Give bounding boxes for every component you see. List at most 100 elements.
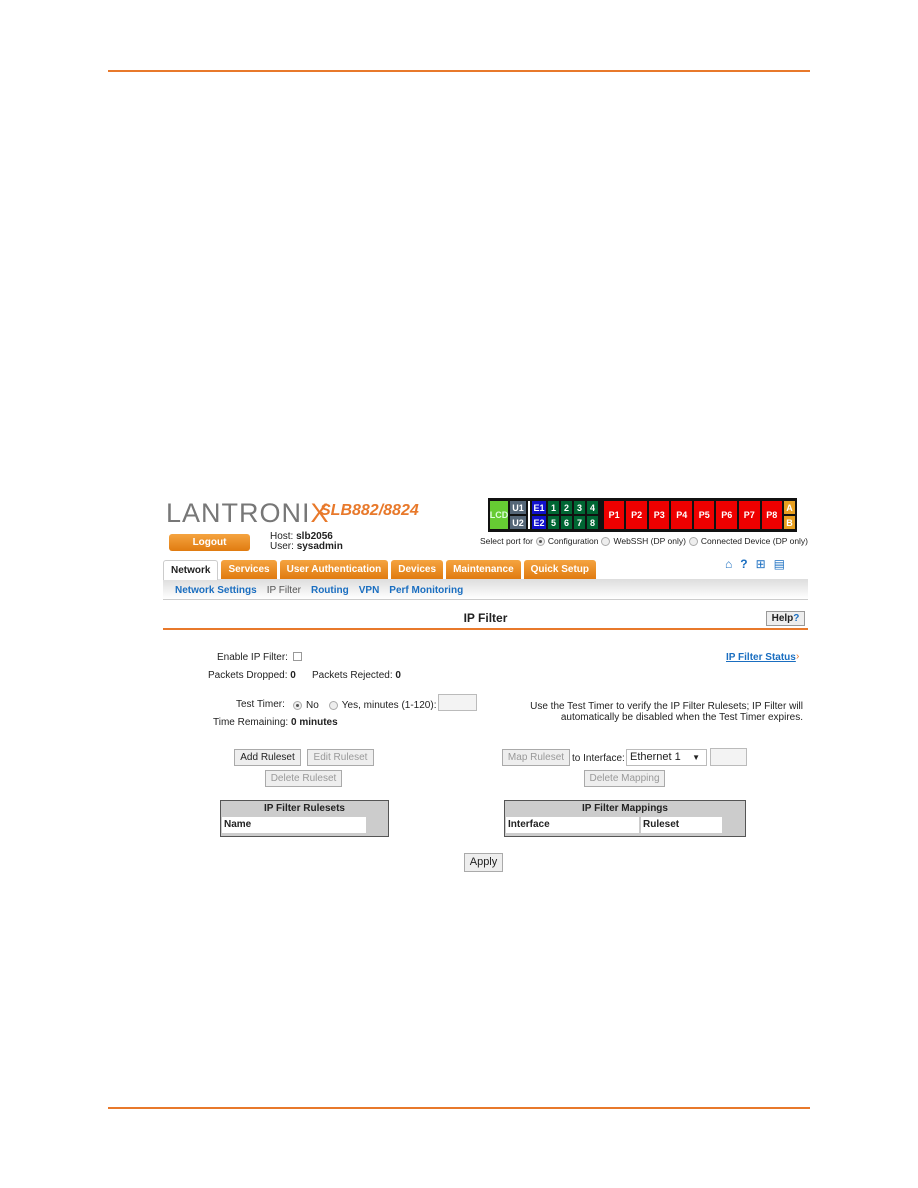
rulesets-table: IP Filter Rulesets Name	[220, 800, 389, 837]
help-icon[interactable]: ?	[740, 557, 747, 571]
logout-button[interactable]: Logout	[169, 534, 250, 551]
ip-filter-status-link[interactable]: IP Filter Status	[726, 652, 796, 663]
apply-button[interactable]: Apply	[464, 853, 503, 872]
mappings-col-ruleset: Ruleset	[641, 817, 722, 833]
note-line-2: automatically be disabled when the Test …	[560, 712, 803, 723]
port-p3[interactable]: P3	[648, 501, 670, 529]
timer-options: No Yes, minutes (1-120):	[293, 700, 436, 711]
port-6[interactable]: 6	[560, 516, 572, 529]
user-value: sysadmin	[296, 541, 343, 552]
subnav-network-settings[interactable]: Network Settings	[175, 585, 257, 596]
port-u1[interactable]: U1	[510, 501, 526, 514]
port-3[interactable]: 3	[573, 501, 585, 514]
packets-rejected: Packets Rejected: 0	[312, 670, 401, 681]
port-p7[interactable]: P7	[739, 501, 760, 529]
chevron-down-icon: ▼	[692, 753, 700, 762]
port-select-options: Select port for Configuration WebSSH (DP…	[480, 536, 808, 546]
home-icon[interactable]: ⌂	[725, 557, 732, 571]
port-u2[interactable]: U2	[510, 516, 526, 529]
port-7[interactable]: 7	[573, 516, 585, 529]
port-5[interactable]: 5	[547, 516, 559, 529]
subnav: Network Settings IP Filter Routing VPN P…	[175, 585, 463, 596]
port-p5[interactable]: P5	[693, 501, 715, 529]
rulesets-title: IP Filter Rulesets	[264, 803, 345, 814]
rejected-value: 0	[395, 670, 401, 681]
add-ruleset-button[interactable]: Add Ruleset	[234, 749, 301, 766]
port-8[interactable]: 8	[586, 516, 598, 529]
page-title: IP Filter	[463, 611, 508, 625]
delete-ruleset-button[interactable]: Delete Ruleset	[265, 770, 342, 787]
tab-quick-setup[interactable]: Quick Setup	[523, 560, 596, 579]
port-b[interactable]: B	[784, 516, 796, 529]
top-rule	[108, 70, 810, 72]
port-p1[interactable]: P1	[603, 501, 625, 529]
rulesets-col-name: Name	[222, 817, 366, 833]
radio-connected-device[interactable]	[688, 536, 698, 546]
tab-services[interactable]: Services	[221, 560, 277, 579]
option-connected-device: Connected Device (DP only)	[700, 536, 809, 546]
tab-devices[interactable]: Devices	[391, 560, 444, 579]
title-rule	[163, 628, 808, 630]
radio-webssh[interactable]	[601, 536, 611, 546]
port-p4[interactable]: P4	[671, 501, 692, 529]
remaining-label: Time Remaining:	[213, 717, 289, 728]
port-2[interactable]: 2	[560, 501, 572, 514]
help-button[interactable]: Help?	[766, 611, 805, 626]
edit-ruleset-button[interactable]: Edit Ruleset	[307, 749, 374, 766]
model-name: SLB882/8824	[320, 502, 419, 519]
radio-timer-no[interactable]	[293, 701, 302, 710]
lantronix-logo: LANTRONIX	[166, 498, 330, 528]
port-4[interactable]: 4	[586, 501, 598, 514]
timer-label: Test Timer:	[236, 699, 285, 710]
map-ruleset-button[interactable]: Map Ruleset	[502, 749, 570, 766]
timer-minutes-input[interactable]	[438, 694, 477, 711]
subnav-routing[interactable]: Routing	[311, 585, 349, 596]
subnav-ip-filter[interactable]: IP Filter	[267, 585, 301, 596]
mappings-title: IP Filter Mappings	[582, 803, 668, 814]
rejected-label: Packets Rejected:	[312, 670, 393, 681]
bottom-rule	[108, 1107, 810, 1109]
subnav-vpn[interactable]: VPN	[359, 585, 380, 596]
port-lcd[interactable]: LCD	[490, 501, 508, 529]
mappings-col-interface: Interface	[506, 817, 639, 833]
log-icon[interactable]: ▤	[774, 557, 785, 571]
host-info: Host: slb2056 User: sysadmin	[270, 532, 343, 552]
tab-maintenance[interactable]: Maintenance	[446, 560, 521, 579]
port-p2[interactable]: P2	[626, 501, 647, 529]
port-a[interactable]: A	[784, 501, 796, 514]
timer-yes-label: Yes, minutes (1-120):	[341, 700, 437, 711]
toolbar-icons: ⌂ ? ⊞ ▤	[725, 557, 785, 571]
radio-configuration[interactable]	[535, 536, 545, 546]
timer-note: Use the Test Timer to verify the IP Filt…	[480, 701, 803, 723]
help-label: Help	[771, 613, 794, 624]
enable-label: Enable IP Filter:	[217, 652, 288, 663]
user-label: User:	[270, 541, 294, 552]
interface-select[interactable]: Ethernet 1 ▼	[626, 749, 707, 766]
chevron-right-icon: ›	[796, 651, 800, 662]
delete-mapping-button[interactable]: Delete Mapping	[584, 770, 665, 787]
remaining-value: 0 minutes	[291, 717, 338, 728]
radio-timer-yes[interactable]	[328, 701, 338, 710]
port-1[interactable]: 1	[547, 501, 559, 514]
port-e1[interactable]: E1	[531, 501, 546, 514]
tab-network[interactable]: Network	[163, 560, 219, 580]
mappings-table: IP Filter Mappings Interface Ruleset	[504, 800, 746, 837]
time-remaining: Time Remaining: 0 minutes	[213, 717, 338, 728]
port-p6[interactable]: P6	[716, 501, 737, 529]
port-e2[interactable]: E2	[531, 516, 546, 529]
subnav-perf-monitoring[interactable]: Perf Monitoring	[389, 585, 463, 596]
packets-dropped: Packets Dropped: 0	[208, 670, 296, 681]
note-line-1: Use the Test Timer to verify the IP Filt…	[530, 701, 803, 712]
timer-no-label: No	[306, 700, 319, 711]
sitemap-icon[interactable]: ⊞	[756, 557, 766, 571]
mapping-input[interactable]	[710, 748, 747, 766]
option-configuration: Configuration	[547, 536, 599, 546]
option-webssh: WebSSH (DP only)	[613, 536, 686, 546]
port-panel: LCD U1 U2 E1 E2 1 5 2 6 3 7 4 8 P1 P2 P3 P4 P5…	[488, 498, 797, 532]
tab-user-authentication[interactable]: User Authentication	[279, 560, 389, 579]
dropped-value: 0	[290, 670, 296, 681]
port-p8[interactable]: P8	[761, 501, 783, 529]
to-interface-label: to Interface:	[572, 753, 625, 764]
main-tabs: Network Services User Authentication Dev…	[163, 560, 596, 580]
enable-checkbox[interactable]	[293, 652, 302, 661]
